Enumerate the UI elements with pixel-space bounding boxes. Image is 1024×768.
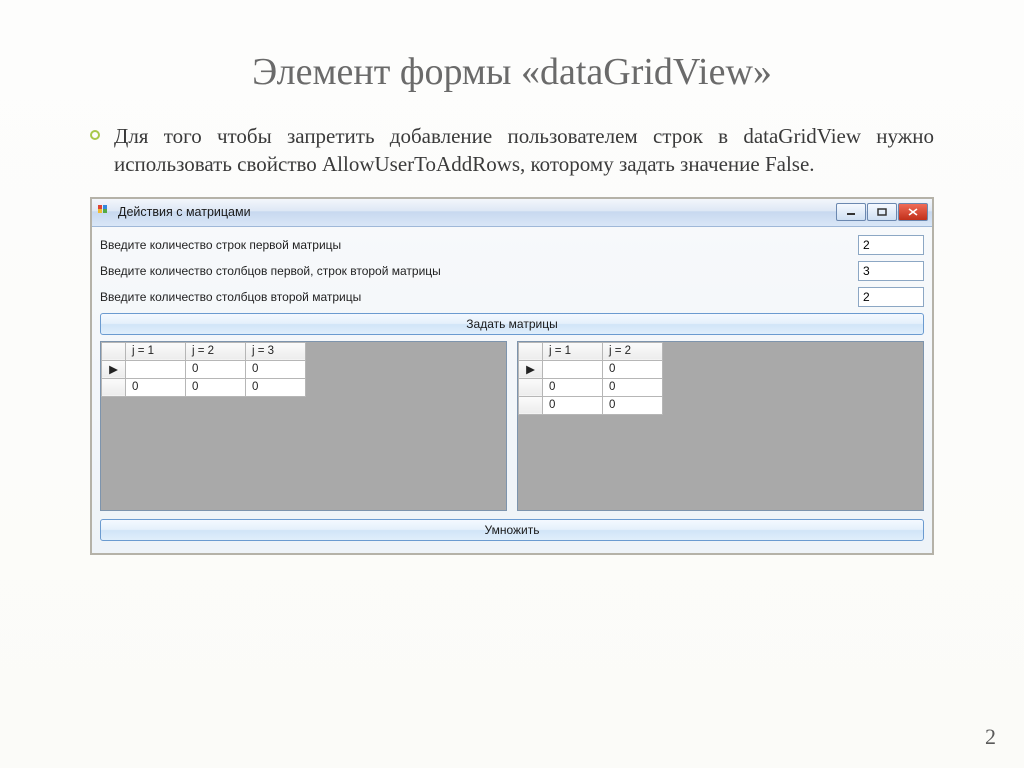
row-header[interactable]: ▶ [519, 360, 543, 378]
close-icon [908, 208, 918, 216]
input-row-cols2: Введите количество столбцов второй матри… [100, 287, 924, 307]
grid-cell[interactable]: 0 [186, 360, 246, 378]
grid-cell[interactable]: 0 [603, 378, 663, 396]
page-number: 2 [985, 724, 996, 750]
grid-corner [519, 342, 543, 360]
column-header[interactable]: j = 1 [543, 342, 603, 360]
label-rows1: Введите количество строк первой матрицы [100, 238, 858, 252]
grid-cell[interactable]: 0 [603, 360, 663, 378]
row-header[interactable] [519, 378, 543, 396]
datagridview-2[interactable]: j = 1j = 2▶000000 [517, 341, 924, 511]
bullet-marker-icon [90, 130, 100, 140]
grid-cell[interactable]: 0 [543, 360, 603, 378]
table-row[interactable]: 000 [102, 378, 306, 396]
multiply-button[interactable]: Умножить [100, 519, 924, 541]
datagridview-1[interactable]: j = 1j = 2j = 3▶000000 [100, 341, 507, 511]
input-row-cols1rows2: Введите количество столбцов первой, стро… [100, 261, 924, 281]
minimize-icon [846, 208, 856, 216]
table-row[interactable]: ▶000 [102, 360, 306, 378]
grid-cell[interactable]: 0 [603, 396, 663, 414]
app-icon [98, 205, 112, 219]
grid-cell[interactable]: 0 [126, 360, 186, 378]
input-row-rows1: Введите количество строк первой матрицы [100, 235, 924, 255]
table-row[interactable]: ▶00 [519, 360, 663, 378]
column-header[interactable]: j = 3 [246, 342, 306, 360]
column-header[interactable]: j = 2 [186, 342, 246, 360]
row-header[interactable]: ▶ [102, 360, 126, 378]
grid-cell[interactable]: 0 [126, 378, 186, 396]
window-titlebar: Действия с матрицами [92, 199, 932, 227]
column-header[interactable]: j = 1 [126, 342, 186, 360]
row-header[interactable] [102, 378, 126, 396]
table-row[interactable]: 00 [519, 378, 663, 396]
slide-title: Элемент формы «dataGridView» [70, 50, 954, 94]
set-matrices-button[interactable]: Задать матрицы [100, 313, 924, 335]
row-header[interactable] [519, 396, 543, 414]
screenshot-window: Действия с матрицами Введите количество … [90, 197, 934, 555]
bullet-item: Для того чтобы запретить добавление поль… [90, 122, 934, 179]
label-cols1rows2: Введите количество столбцов первой, стро… [100, 264, 858, 278]
maximize-button[interactable] [867, 203, 897, 221]
grid-cell[interactable]: 0 [246, 360, 306, 378]
label-cols2: Введите количество столбцов второй матри… [100, 290, 858, 304]
minimize-button[interactable] [836, 203, 866, 221]
grid-corner [102, 342, 126, 360]
window-client: Введите количество строк первой матрицы … [92, 227, 932, 553]
grid-cell[interactable]: 0 [186, 378, 246, 396]
column-header[interactable]: j = 2 [603, 342, 663, 360]
input-rows1[interactable] [858, 235, 924, 255]
grid-cell[interactable]: 0 [543, 378, 603, 396]
bullet-text: Для того чтобы запретить добавление поль… [114, 122, 934, 179]
grid-cell[interactable]: 0 [543, 396, 603, 414]
table-row[interactable]: 00 [519, 396, 663, 414]
grid-cell[interactable]: 0 [246, 378, 306, 396]
input-cols2[interactable] [858, 287, 924, 307]
maximize-icon [877, 208, 887, 216]
window-title: Действия с матрицами [118, 205, 251, 219]
input-cols1rows2[interactable] [858, 261, 924, 281]
close-button[interactable] [898, 203, 928, 221]
